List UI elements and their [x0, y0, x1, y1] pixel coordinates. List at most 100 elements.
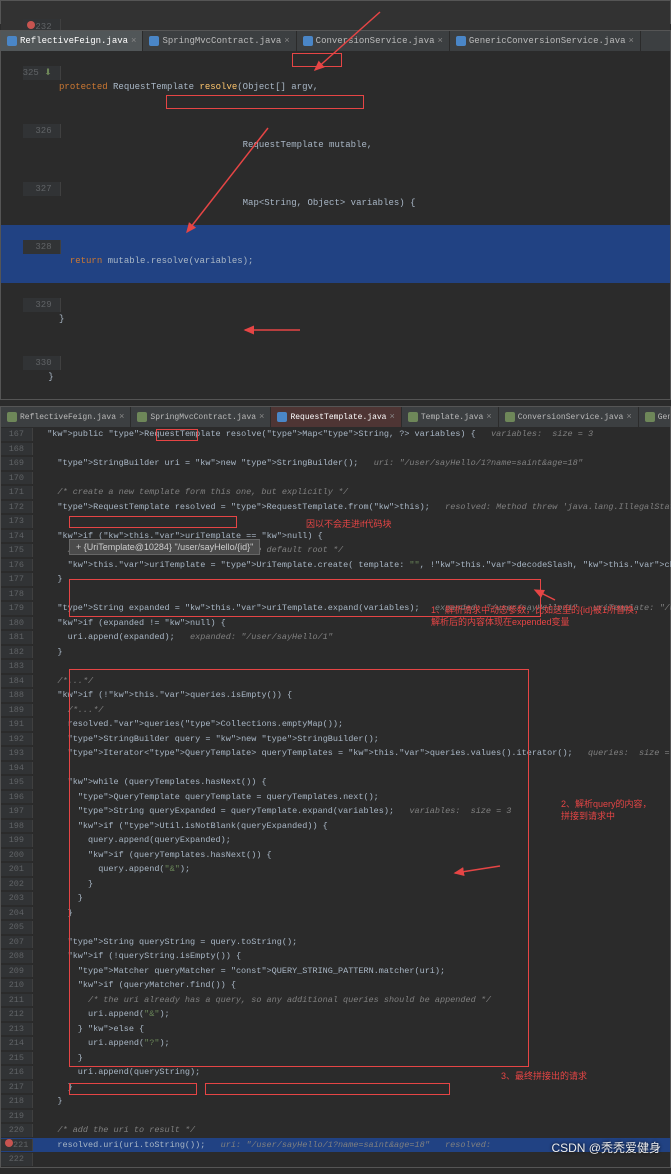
code-line[interactable]: 214 uri.append("?"); [1, 1036, 670, 1051]
code-line[interactable]: 192 "type">StringBuilder query = "kw">ne… [1, 732, 670, 747]
code-line[interactable]: 199 query.append(queryExpanded); [1, 833, 670, 848]
code-line[interactable]: 168 [1, 442, 670, 457]
code-line[interactable]: 329 } [1, 283, 670, 341]
code-line[interactable]: 212 uri.append("&"); [1, 1007, 670, 1022]
code-text: } [33, 573, 63, 586]
code-line[interactable]: 218 } [1, 1094, 670, 1109]
code-line[interactable]: 167 "kw">public "type">RequestTemplate r… [1, 427, 670, 442]
code-text: "kw">if [33, 950, 103, 963]
code-line[interactable]: 191 resolved."var">queries("type">Collec… [1, 717, 670, 732]
code-line[interactable]: 195 "kw">while (queryTemplates.hasNext()… [1, 775, 670, 790]
line-number: 330 [35, 358, 51, 368]
code-text: /*...*/ [33, 704, 103, 717]
code-line[interactable]: 204 } [1, 906, 670, 921]
code-line[interactable]: 213 } "kw">else { [1, 1022, 670, 1037]
close-icon[interactable]: × [131, 36, 136, 46]
code-text: } [23, 312, 65, 326]
code-line[interactable]: 326 RequestTemplate mutable, [1, 109, 670, 167]
tab-label: SpringMvcContract.java [162, 36, 281, 46]
line-number: 196 [9, 792, 24, 802]
code-line[interactable]: 188 "kw">if (!"kw">this."var">queries.is… [1, 688, 670, 703]
code-line[interactable]: 171 /* create a new template form this o… [1, 485, 670, 500]
code-line[interactable]: 330 } [1, 341, 670, 399]
code-line[interactable]: 202 } [1, 877, 670, 892]
line-number: 216 [9, 1067, 24, 1077]
line-number: 168 [9, 444, 24, 454]
editor-tab[interactable]: RequestTemplate.java× [271, 407, 401, 427]
close-icon[interactable]: × [629, 36, 634, 46]
code-text: "type">StringBuilder [33, 733, 170, 746]
close-icon[interactable]: × [284, 36, 289, 46]
code-line[interactable]: 189 /*...*/ [1, 703, 670, 718]
code-line[interactable]: 176 "kw">this."var">uriTemplate = "type"… [1, 558, 670, 573]
editor-tab[interactable]: ReflectiveFeign.java× [1, 407, 131, 427]
code-line[interactable]: 203 } [1, 891, 670, 906]
line-number: 172 [9, 502, 24, 512]
code-line[interactable]: 183 [1, 659, 670, 674]
code-line[interactable]: 194 [1, 761, 670, 776]
line-number: 329 [35, 300, 51, 310]
code-line[interactable]: 210 "kw">if (queryMatcher.find()) { [1, 978, 670, 993]
code-line[interactable]: 193 "type">Iterator<"type">QueryTemplate… [1, 746, 670, 761]
code-line[interactable]: 219 [1, 1109, 670, 1124]
close-icon[interactable]: × [389, 412, 394, 422]
code-line[interactable]: 177 } [1, 572, 670, 587]
editor-tab[interactable]: GenericConversionService.java× [450, 31, 641, 51]
code-line[interactable]: 172 "type">RequestTemplate resolved = "t… [1, 500, 670, 515]
close-icon[interactable]: × [259, 412, 264, 422]
code-panel-2: ReflectiveFeign.java×SpringMvcContract.j… [0, 30, 671, 400]
code-line[interactable]: 201 query.append("&"); [1, 862, 670, 877]
editor-tab[interactable]: ConversionService.java× [499, 407, 639, 427]
code-text: query.append(queryExpanded); [33, 834, 231, 847]
code-line[interactable]: 178 [1, 587, 670, 602]
override-icon[interactable]: ⬇ [44, 68, 52, 78]
line-number: 174 [9, 531, 24, 541]
code-line[interactable]: 328 return mutable.resolve(variables); [1, 225, 670, 283]
code-text: uri.append(queryString); [33, 1066, 200, 1079]
code-text: /* add the uri to result */ [33, 1124, 195, 1137]
close-icon[interactable]: × [626, 412, 631, 422]
code-panel-1: 232 RequestTemplate template = resolve(a… [0, 0, 671, 24]
editor-tab[interactable]: Template.java× [402, 407, 499, 427]
tab-label: GenericConversionService.java [658, 413, 670, 422]
watermark: CSDN @秃秃爱健身 [551, 1139, 661, 1156]
code-line[interactable]: 211 /* the uri already has a query, so a… [1, 993, 670, 1008]
code-text: "kw">if [33, 617, 93, 630]
tab-label: SpringMvcContract.java [150, 413, 256, 422]
line-number: 215 [9, 1053, 24, 1063]
code-line[interactable]: 184 /*...*/ [1, 674, 670, 689]
code-line[interactable]: 215 } [1, 1051, 670, 1066]
code-text: "kw">if [33, 979, 114, 992]
code-text: /* create a new template form this one, … [33, 486, 348, 499]
code-line[interactable]: 170 [1, 471, 670, 486]
code-line[interactable]: 325 ⬇ protected RequestTemplate resolve(… [1, 51, 670, 109]
code-line[interactable]: 209 "type">Matcher queryMatcher = "const… [1, 964, 670, 979]
tab-label: Template.java [421, 413, 483, 422]
close-icon[interactable]: × [438, 36, 443, 46]
code-text: uri.append("&"); [33, 1008, 170, 1021]
code-line[interactable]: 207 "type">String queryString = query.to… [1, 935, 670, 950]
code-line[interactable]: 181 uri.append(expanded); expanded: "/us… [1, 630, 670, 645]
editor-tab[interactable]: SpringMvcContract.java× [131, 407, 271, 427]
code-line[interactable]: 208 "kw">if (!queryString.isEmpty()) { [1, 949, 670, 964]
line-number: 175 [9, 545, 24, 555]
breakpoint-icon[interactable] [5, 1139, 13, 1147]
tab-label: ConversionService.java [316, 36, 435, 46]
close-icon[interactable]: × [486, 412, 491, 422]
code-line[interactable]: 220 /* add the uri to result */ [1, 1123, 670, 1138]
code-line[interactable]: 327 Map<String, Object> variables) { [1, 167, 670, 225]
code-panel-3: ReflectiveFeign.java×SpringMvcContract.j… [0, 406, 671, 1168]
inline-hint: queries: size = 2 [573, 748, 671, 758]
code-line[interactable]: 205 [1, 920, 670, 935]
code-line[interactable]: 169 "type">StringBuilder uri = "kw">new … [1, 456, 670, 471]
code-line[interactable]: 200 "kw">if (queryTemplates.hasNext()) { [1, 848, 670, 863]
code-line[interactable]: 182 } [1, 645, 670, 660]
editor-tab[interactable]: GenericConversionService.java× [639, 407, 670, 427]
code-text: "type">Matcher [33, 965, 149, 978]
code-text: RequestTemplate mutable, [23, 138, 373, 152]
code-text: uri.append("?"); [33, 1037, 170, 1050]
editor-tab[interactable]: ReflectiveFeign.java× [1, 31, 143, 51]
editor-tab[interactable]: ConversionService.java× [297, 31, 450, 51]
close-icon[interactable]: × [119, 412, 124, 422]
editor-tab[interactable]: SpringMvcContract.java× [143, 31, 296, 51]
